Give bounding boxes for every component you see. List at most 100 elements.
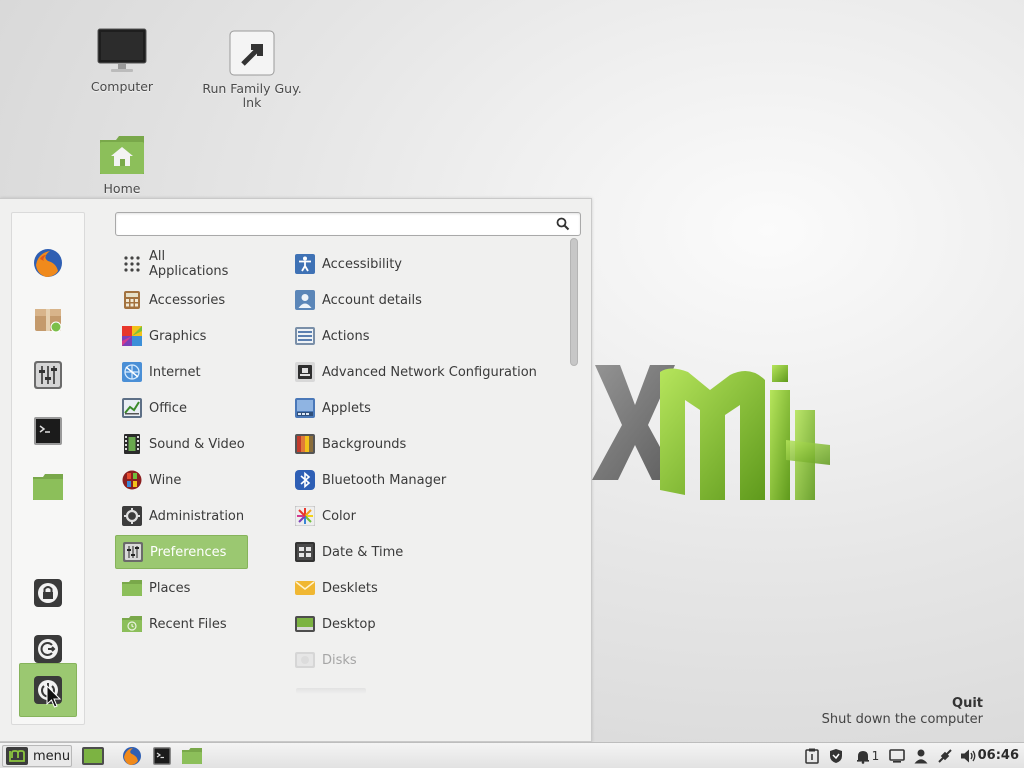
app-actions[interactable]: Actions [288, 319, 558, 353]
category-administration[interactable]: Administration [115, 499, 248, 533]
category-label: Administration [149, 508, 245, 524]
admin-gear-icon [121, 505, 143, 527]
category-accessories[interactable]: Accessories [115, 283, 248, 317]
color-palette-icon [121, 325, 143, 347]
app-label: Bluetooth Manager [322, 472, 447, 488]
app-disks[interactable]: Disks [288, 643, 558, 677]
category-wine[interactable]: Wine [115, 463, 248, 497]
apps-scrollbar[interactable] [570, 238, 578, 366]
home-folder-icon [100, 136, 144, 174]
app-backgrounds[interactable]: Backgrounds [288, 427, 558, 461]
menu-button-label: menu [33, 748, 71, 764]
app-desktop[interactable]: Desktop [288, 607, 558, 641]
tray-display[interactable] [888, 746, 906, 766]
category-label: All Applications [149, 249, 229, 279]
app-advanced-network-configuration[interactable]: Advanced Network Configuration [288, 355, 558, 389]
shortcut-icon [229, 30, 275, 76]
desklets-envelope-icon [294, 577, 316, 599]
category-graphics[interactable]: Graphics [115, 319, 248, 353]
firefox-icon [123, 747, 141, 765]
category-all-applications[interactable]: All Applications [115, 247, 248, 281]
category-office[interactable]: Office [115, 391, 248, 425]
app-desklets[interactable]: Desklets [288, 571, 558, 605]
app-date-time[interactable]: Date & Time [288, 535, 558, 569]
favorite-firefox[interactable] [19, 236, 77, 290]
app-label: Desklets [322, 580, 378, 596]
files-icon [33, 474, 63, 500]
network-icon [938, 749, 952, 763]
app-bluetooth-manager[interactable]: Bluetooth Manager [288, 463, 558, 497]
favorite-terminal[interactable] [19, 404, 77, 458]
preferences-sliders-icon [122, 541, 144, 563]
folder-icon [121, 577, 143, 599]
clipboard-icon [805, 748, 819, 764]
app-label: Desktop [322, 616, 376, 632]
menu-button[interactable]: menu [2, 745, 72, 767]
film-strip-icon [121, 433, 143, 455]
clock[interactable]: 06:46 [978, 748, 1019, 763]
clock-calendar-icon [294, 541, 316, 563]
app-account-details[interactable]: Account details [288, 283, 558, 317]
category-label: Recent Files [149, 616, 227, 632]
color-wheel-icon [294, 505, 316, 527]
category-label: Sound & Video [149, 436, 245, 452]
desktop-icon-label: Home [103, 181, 141, 196]
category-internet[interactable]: Internet [115, 355, 248, 389]
desktop-icon-computer[interactable]: Computer [67, 28, 177, 94]
system-settings-icon [34, 361, 62, 389]
taskbar: menu 1 06:46 [0, 742, 1024, 768]
category-label: Accessories [149, 292, 226, 308]
desktop-screen-icon [294, 613, 316, 635]
tray-notifications[interactable]: 1 [852, 746, 882, 766]
lock-screen-icon [34, 579, 62, 607]
menu-search-box[interactable] [115, 212, 581, 236]
tray-network[interactable] [936, 746, 954, 766]
update-shield-icon [830, 749, 842, 763]
category-label: Wine [149, 472, 182, 488]
accessibility-icon [294, 253, 316, 275]
computer-icon [97, 28, 147, 72]
linux-mint-wallpaper-logo [592, 365, 830, 500]
app-label: Account details [322, 292, 422, 308]
network-globe-icon [121, 361, 143, 383]
launcher-show-desktop[interactable] [82, 746, 104, 766]
category-recent-files[interactable]: Recent Files [115, 607, 248, 641]
volume-icon [961, 749, 976, 763]
search-input[interactable] [124, 216, 544, 233]
category-label: Internet [149, 364, 201, 380]
desktop-icon-home[interactable]: Home [67, 134, 177, 196]
favorite-software-manager[interactable] [19, 292, 77, 346]
app-label: Date & Time [322, 544, 404, 560]
tray-volume[interactable] [959, 746, 979, 766]
tray-clipboard[interactable] [803, 746, 821, 766]
tray-update-manager[interactable] [827, 746, 845, 766]
bluetooth-icon [294, 469, 316, 491]
launcher-firefox[interactable] [121, 746, 143, 766]
desktop-icon-label: Run Family Guy. lnk [202, 81, 302, 110]
category-places[interactable]: Places [115, 571, 248, 605]
wine-glass-icon [121, 469, 143, 491]
launcher-files[interactable] [181, 746, 203, 766]
hover-info-title: Quit [952, 696, 983, 711]
app-label: Disks [322, 652, 357, 668]
app-label: Applets [322, 400, 371, 416]
category-sound-video[interactable]: Sound & Video [115, 427, 248, 461]
calculator-icon [121, 289, 143, 311]
app-applets[interactable]: Applets [288, 391, 558, 425]
app-label: Actions [322, 328, 370, 344]
logout-icon [34, 635, 62, 663]
app-color[interactable]: Color [288, 499, 558, 533]
launcher-terminal[interactable] [151, 746, 173, 766]
desktop-icon-run-family-guy[interactable]: Run Family Guy. lnk [197, 30, 307, 110]
favorite-files[interactable] [19, 460, 77, 514]
firefox-icon [34, 249, 62, 277]
tray-user[interactable] [912, 746, 930, 766]
actions-list-icon [294, 325, 316, 347]
disks-icon [294, 649, 316, 671]
category-preferences[interactable]: Preferences [115, 535, 248, 569]
favorite-system-settings[interactable] [19, 348, 77, 402]
terminal-icon [34, 417, 62, 445]
app-accessibility[interactable]: Accessibility [288, 247, 558, 281]
lock-screen-button[interactable] [19, 566, 77, 620]
hover-info-description: Shut down the computer [821, 712, 983, 727]
